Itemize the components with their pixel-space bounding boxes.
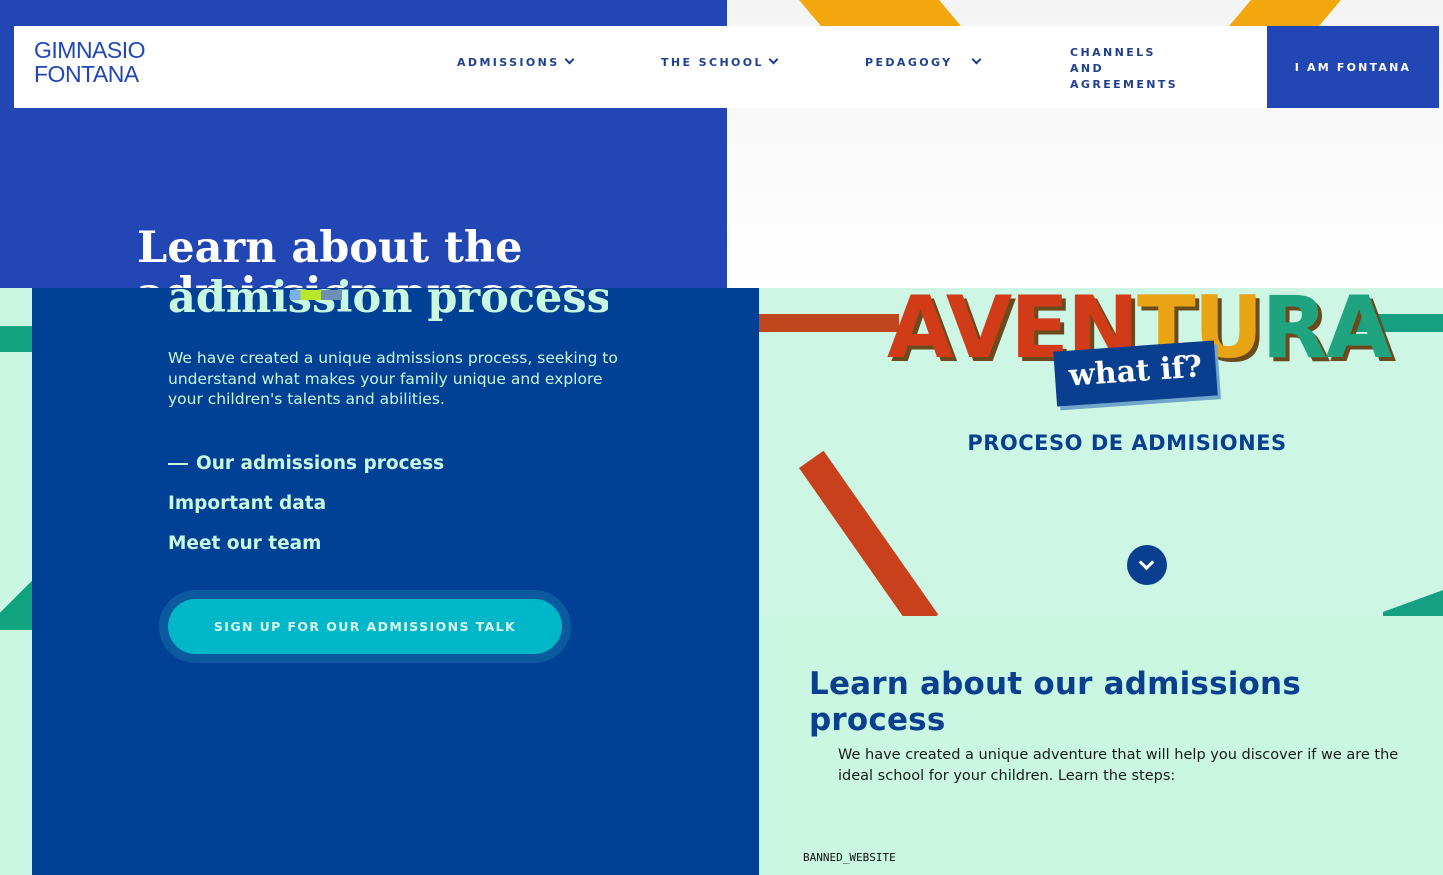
active-dash-icon — [168, 463, 188, 465]
decorative-stripe — [0, 326, 32, 352]
nav-label: AND — [1070, 62, 1105, 75]
render-glitch — [290, 290, 342, 300]
link-our-admissions-process[interactable]: Our admissions process — [168, 453, 444, 474]
nav-label: ADMISSIONS — [457, 56, 560, 69]
section-description: We have created a unique adventure that … — [838, 747, 1399, 784]
nav-label: AGREEMENTS — [1070, 78, 1179, 91]
decorative-ribbon — [799, 0, 961, 26]
hero-title-line2: Learn about the admission process — [168, 275, 608, 321]
decorative-stripe — [0, 580, 32, 630]
proceso-subtitle: PROCESO DE ADMISIONES — [967, 431, 1287, 455]
decorative-stripe — [799, 450, 939, 616]
nav-label: PEDAGOGY — [865, 56, 953, 69]
link-label: Meet our team — [168, 533, 322, 554]
chevron-down-icon — [768, 54, 779, 65]
logo-line1: GIMNASIO — [34, 37, 146, 63]
hero-title: Learn about the admission process Learn … — [168, 275, 608, 321]
what-if-badge: what if? — [1053, 340, 1218, 407]
nav-channels-and-agreements[interactable]: CHANNELS AND AGREEMENTS — [1070, 45, 1190, 93]
wordmark-part: RA — [1261, 288, 1393, 378]
hero-illustration: AVENTURA what if? PROCESO DE ADMISIONES — [759, 288, 1443, 616]
link-label: Our admissions process — [196, 453, 445, 474]
admissions-talk-button[interactable]: SIGN UP FOR OUR ADMISSIONS TALK — [168, 599, 562, 654]
chevron-down-icon — [971, 54, 982, 65]
nav-pedagogy[interactable]: PEDAGOGY — [865, 54, 982, 69]
logo[interactable]: GIMNASIO FONTANA — [34, 37, 146, 87]
section-title: Learn about our admissions process — [809, 666, 1301, 738]
link-important-data[interactable]: Important data — [168, 493, 326, 514]
logo-line2: FONTANA — [34, 61, 139, 87]
i-am-fontana-button[interactable]: I AM FONTANA — [1267, 26, 1439, 108]
nav-admissions[interactable]: ADMISSIONS — [457, 54, 575, 69]
scroll-down-button[interactable] — [1127, 545, 1167, 585]
nav-label: CHANNELS — [1070, 46, 1156, 59]
site-header: GIMNASIO FONTANA ADMISSIONS THE SCHOOL P… — [14, 26, 1439, 108]
link-label: Important data — [168, 493, 327, 514]
decorative-stripe — [1383, 586, 1443, 616]
chevron-down-icon — [564, 54, 575, 65]
nav-the-school[interactable]: THE SCHOOL — [661, 54, 779, 69]
decorative-stripe — [759, 314, 899, 332]
nav-label: THE SCHOOL — [661, 56, 764, 69]
footer-note: BANNED_WEBSITE — [803, 851, 896, 864]
hero-description: We have created a unique admissions proc… — [168, 349, 618, 408]
link-meet-our-team[interactable]: Meet our team — [168, 533, 321, 554]
chevron-down-icon — [1138, 554, 1155, 571]
